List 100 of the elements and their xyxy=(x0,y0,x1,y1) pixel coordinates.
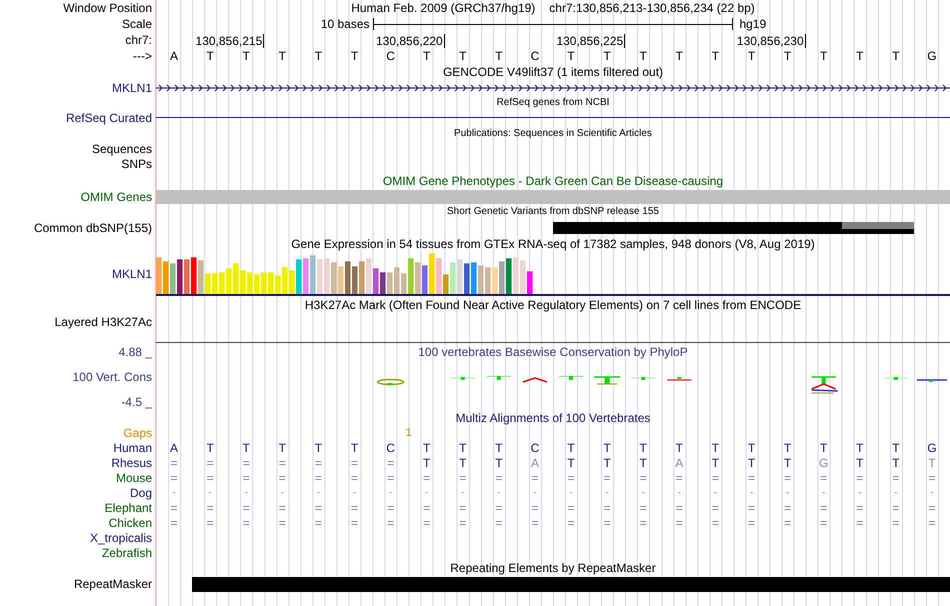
repeat-element-bar[interactable] xyxy=(192,576,950,592)
track-label: Elephant xyxy=(104,502,152,514)
alignment-base: - xyxy=(460,488,466,497)
alignment-base: A xyxy=(530,456,540,468)
variant-bar[interactable] xyxy=(553,222,914,234)
alignment-base: = xyxy=(422,472,432,484)
variant-segment[interactable] xyxy=(842,222,914,229)
gene-feature-drawing[interactable] xyxy=(156,83,950,93)
alignment-base: T xyxy=(494,442,504,454)
alignment-base: = xyxy=(278,456,287,468)
base-letter: T xyxy=(350,50,360,62)
alignment-base: = xyxy=(891,516,900,528)
alignment-base: T xyxy=(638,442,648,454)
alignment-base: - xyxy=(712,488,718,497)
alignment-base: - xyxy=(208,488,213,497)
alignment-base: = xyxy=(458,502,468,514)
alignment-base: = xyxy=(494,502,504,514)
alignment-base: T xyxy=(566,456,576,468)
base-letter: T xyxy=(710,50,720,62)
alignment-base: - xyxy=(568,488,574,497)
base-letter: T xyxy=(314,50,324,62)
alignment-base: T xyxy=(782,456,792,468)
alignment-base: A xyxy=(674,456,684,468)
alignment-base: = xyxy=(350,472,359,484)
alignment-base: - xyxy=(785,488,790,497)
track-label: RepeatMasker xyxy=(74,578,152,590)
base-letter: C xyxy=(530,50,540,62)
alignment-base: = xyxy=(674,502,684,514)
alignment-base: G xyxy=(926,442,938,454)
expression-bar[interactable] xyxy=(387,272,392,294)
alignment-base: = xyxy=(206,456,215,468)
track-label: 100 Vert. Cons xyxy=(72,371,152,383)
alignment-base: = xyxy=(783,472,792,484)
base-letter: T xyxy=(782,50,792,62)
base-letter: T xyxy=(278,50,287,62)
alignment-base: = xyxy=(170,472,179,484)
expression-bar[interactable] xyxy=(380,272,386,294)
alignment-base: = xyxy=(458,516,468,528)
position-tick: 130,856,225 xyxy=(444,34,626,48)
alignment-base: - xyxy=(316,488,321,497)
alignment-base: = xyxy=(710,502,720,514)
alignment-base: = xyxy=(242,516,251,528)
row-label: chr7: xyxy=(125,34,152,46)
base-letter: T xyxy=(242,50,251,62)
alignment-base: C xyxy=(530,442,540,454)
alignment-base: - xyxy=(388,488,394,497)
alignment-base: = xyxy=(530,502,540,514)
track-label: Common dbSNP(155) xyxy=(34,222,152,234)
track-label: Gaps xyxy=(123,427,152,439)
alignment-base: - xyxy=(748,488,754,497)
alignment-base: T xyxy=(710,456,720,468)
expression-bar[interactable] xyxy=(443,274,448,294)
alignment-base: T xyxy=(278,442,287,454)
alignment-base: - xyxy=(532,488,538,497)
alignment-base: T xyxy=(458,456,468,468)
alignment-base: - xyxy=(604,488,610,497)
alignment-base: = xyxy=(566,502,576,514)
alignment-base: = xyxy=(566,516,576,528)
alignment-base: = xyxy=(710,472,720,484)
alignment-base: - xyxy=(352,488,357,497)
track-label: Mouse xyxy=(116,472,152,484)
alignment-base: = xyxy=(674,516,684,528)
axis-max-label: 4.88 _ xyxy=(118,346,152,358)
alignment-base: = xyxy=(458,472,468,484)
alignment-base: = xyxy=(278,502,287,514)
alignment-base: = xyxy=(746,502,756,514)
alignment-base: - xyxy=(424,488,430,497)
track-label: Sequences xyxy=(92,143,152,155)
alignment-base: = xyxy=(819,516,828,528)
base-letter: T xyxy=(891,50,901,62)
position-tick: 130,856,215 xyxy=(156,34,264,48)
base-letter: T xyxy=(205,50,215,62)
alignment-base: - xyxy=(676,488,682,497)
alignment-base: = xyxy=(422,502,432,514)
track-title: H3K27Ac Mark (Often Found Near Active Regulatory Elements) on 7 cell lines from ENCODE xyxy=(304,299,802,311)
base-letter: C xyxy=(385,50,396,62)
alignment-base: T xyxy=(314,442,324,454)
alignment-base: = xyxy=(206,472,215,484)
alignment-base: = xyxy=(170,502,179,514)
expression-bar[interactable] xyxy=(401,273,406,294)
alignment-base: = xyxy=(927,516,936,528)
alignment-base: T xyxy=(566,442,576,454)
track-label: X_tropicalis xyxy=(90,532,152,544)
track-title: 100 vertebrates Basewise Conservation by PhyloP xyxy=(418,346,688,358)
omim-gene-bar[interactable] xyxy=(156,190,950,204)
alignment-base: = xyxy=(314,456,323,468)
alignment-base: = xyxy=(350,456,359,468)
track-label: Rhesus xyxy=(111,456,152,468)
alignment-base: T xyxy=(855,442,864,454)
scale-assembly: hg19 xyxy=(738,18,768,30)
alignment-base: = xyxy=(855,516,864,528)
track-title: RefSeq genes from NCBI xyxy=(496,98,610,108)
alignment-base: = xyxy=(819,502,828,514)
alignment-base: T xyxy=(350,442,360,454)
expression-bar[interactable] xyxy=(527,271,532,294)
alignment-base: = xyxy=(855,472,864,484)
track-title: Gene Expression in 54 tissues from GTEx RNA-seq of 17382 samples, 948 donors (V8, Aug 2019) xyxy=(291,238,815,250)
alignment-base: = xyxy=(783,502,792,514)
alignment-base: = xyxy=(494,472,504,484)
alignment-base: T xyxy=(494,456,504,468)
